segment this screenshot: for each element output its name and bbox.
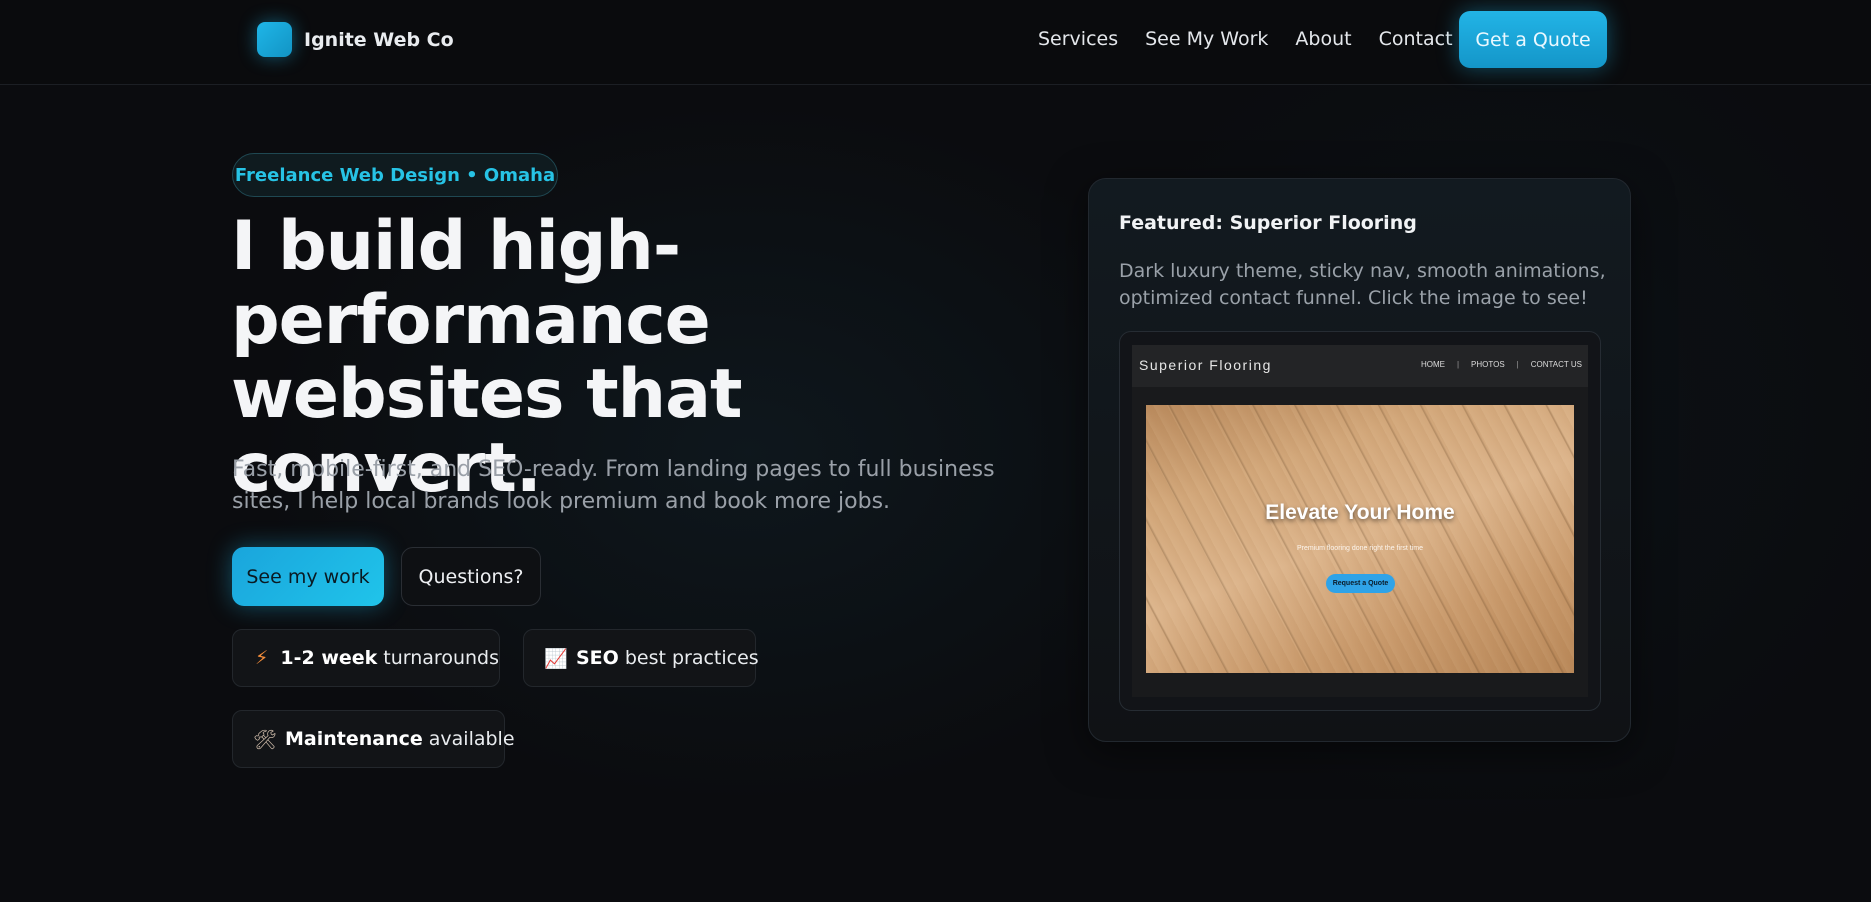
featured-description: Dark luxury theme, sticky nav, smooth an… <box>1119 260 1606 309</box>
chip-bold-text: Maintenance <box>285 728 423 750</box>
preview-quote-button: Request a Quote <box>1326 574 1395 593</box>
tools-icon: 🛠 <box>253 728 278 751</box>
get-a-quote-button[interactable]: Get a Quote <box>1459 11 1607 68</box>
preview-link-photos: PHOTOS <box>1471 360 1505 369</box>
lightning-icon: ⚡ <box>255 647 269 669</box>
feature-chip-seo: 📈 SEO best practices <box>523 629 759 687</box>
feature-chip-maintenance: 🛠 Maintenance available <box>232 710 515 768</box>
tagline-pill: Freelance Web Design • Omaha <box>232 153 558 197</box>
nav-links: Services See My Work About Contact <box>1038 28 1480 50</box>
chip-text: turnarounds <box>383 647 499 669</box>
nav-link-services[interactable]: Services <box>1038 28 1118 50</box>
preview-hero-title: Elevate Your Home <box>1265 501 1455 524</box>
preview-separator: | <box>1456 360 1460 369</box>
preview-hero-wood-floor: Elevate Your Home Premium flooring done … <box>1146 405 1574 673</box>
preview-link-home: HOME <box>1420 360 1445 369</box>
chip-text: available <box>428 728 515 750</box>
brand-logo[interactable]: Ignite Web Co <box>257 22 454 57</box>
nav-link-about[interactable]: About <box>1295 28 1351 50</box>
questions-button[interactable]: Questions? <box>401 547 541 606</box>
logo-icon <box>257 22 292 57</box>
chip-bold-text: SEO <box>576 647 619 669</box>
preview-separator: | <box>1516 360 1519 369</box>
preview-brand: Superior Flooring <box>1139 357 1272 373</box>
brand-name: Ignite Web Co <box>304 28 454 51</box>
project-preview-image[interactable]: Superior Flooring HOME | PHOTOS | CONTAC… <box>1119 331 1601 711</box>
top-nav: Ignite Web Co Services See My Work About… <box>0 0 1871 85</box>
preview-nav-links: HOME | PHOTOS | CONTACT US <box>1409 360 1582 369</box>
featured-project-card: Featured: Superior Flooring Dark luxury … <box>1088 178 1631 742</box>
chip-text: best practices <box>624 647 759 669</box>
nav-link-contact[interactable]: Contact <box>1379 28 1453 50</box>
chart-increasing-icon: 📈 <box>544 647 568 670</box>
preview-body: Elevate Your Home Premium flooring done … <box>1132 387 1588 697</box>
chip-bold-text: 1-2 week <box>280 647 378 669</box>
preview-nav: Superior Flooring HOME | PHOTOS | CONTAC… <box>1132 345 1588 387</box>
feature-chip-turnaround: ⚡ 1-2 week turnarounds <box>232 629 500 687</box>
preview-hero-subtitle: Premium flooring done right the first ti… <box>1296 545 1424 552</box>
see-my-work-button[interactable]: See my work <box>232 547 384 606</box>
hero-subcopy: Fast, mobile-first, and SEO-ready. From … <box>232 457 995 514</box>
preview-link-contact: CONTACT US <box>1530 360 1582 369</box>
nav-link-see-my-work[interactable]: See My Work <box>1145 28 1268 50</box>
featured-title: Featured: Superior Flooring <box>1119 212 1417 234</box>
